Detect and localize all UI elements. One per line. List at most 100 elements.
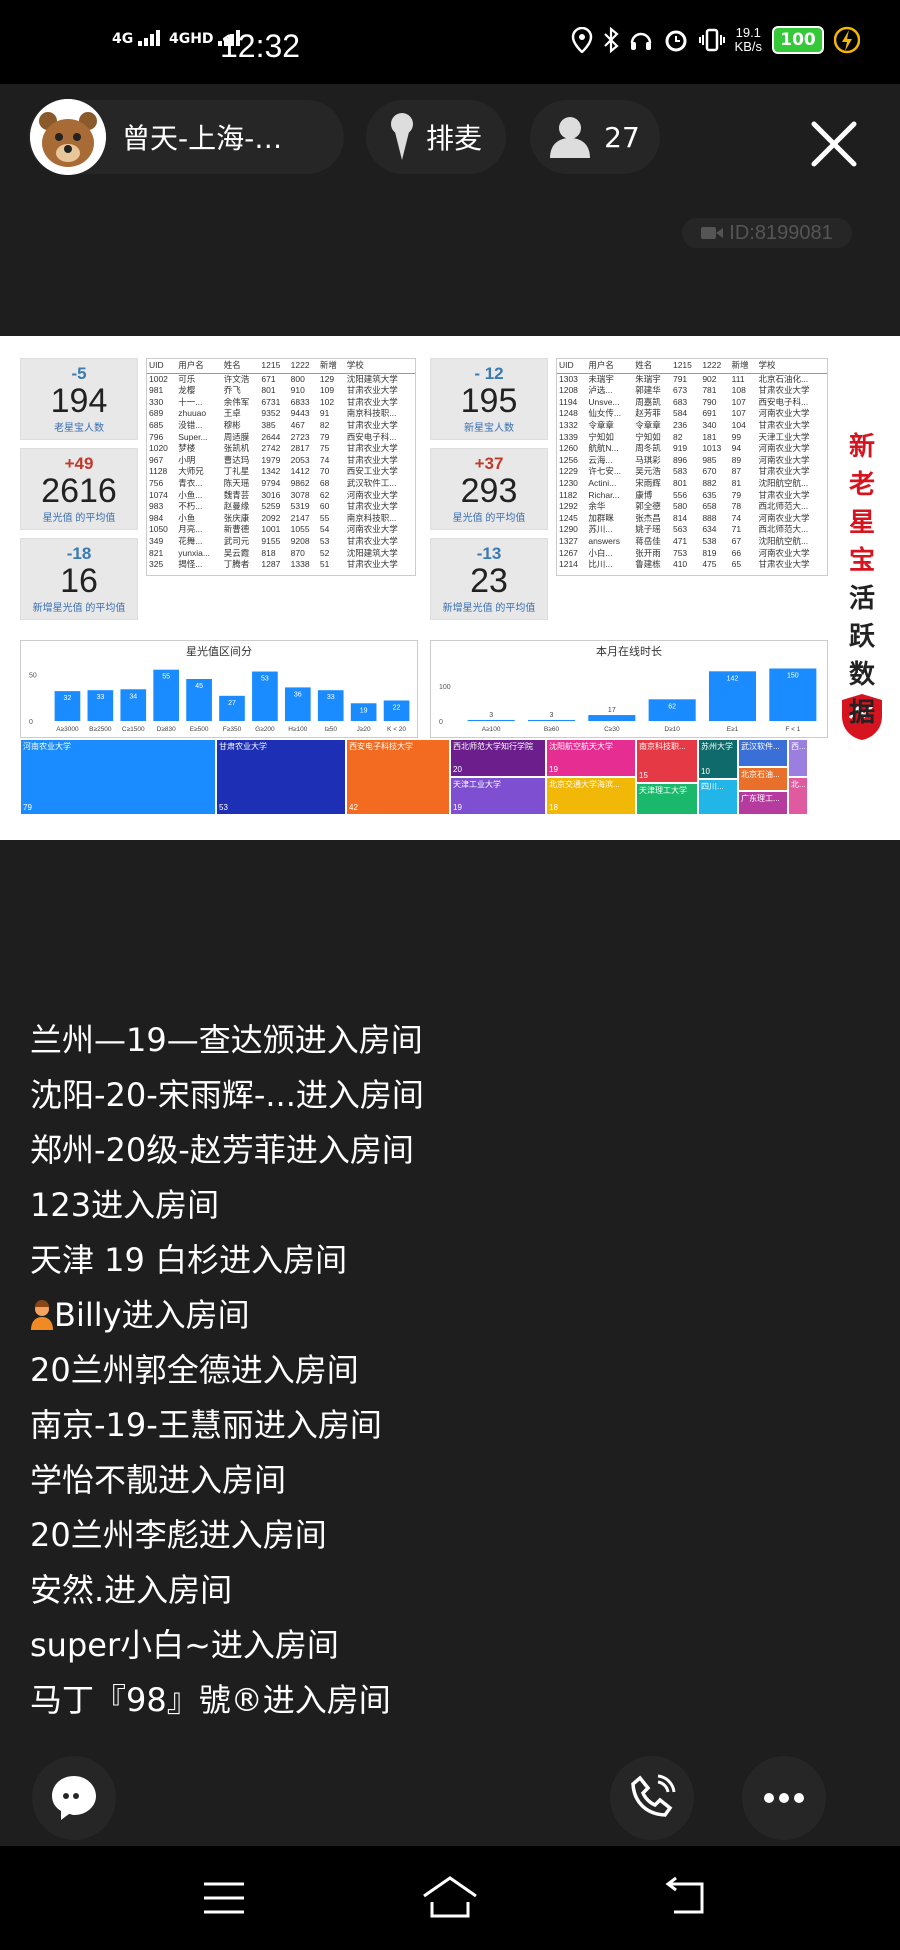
- chat-message: 20兰州李彪进入房间: [30, 1511, 870, 1566]
- table-header-cell: 新增: [317, 359, 345, 374]
- table-cell: 819: [702, 547, 717, 558]
- avatar[interactable]: [30, 99, 106, 175]
- table-cell: 1208: [559, 385, 578, 396]
- table-cell: 94: [731, 443, 742, 454]
- close-icon[interactable]: [808, 118, 860, 170]
- table-row: 967 小明 曹达玛 1979 2053 74 甘肃农业大学: [147, 455, 415, 467]
- table-cell: 仙女传...: [588, 408, 621, 419]
- table-cell: 9443: [290, 408, 310, 419]
- table-cell: 十一...: [178, 396, 203, 407]
- kpi-card: -18 16 新增星光值 的平均值: [20, 538, 138, 620]
- category-label: A≥100: [482, 726, 501, 733]
- table-cell: 张凯机: [223, 443, 250, 454]
- host-profile[interactable]: 曾天-上海-…: [28, 99, 344, 175]
- table-cell: 985: [702, 454, 717, 465]
- table-row: 981 龙樱 乔飞 801 910 109 甘肃农业大学: [147, 385, 415, 397]
- table-cell: 1194: [559, 396, 578, 407]
- table-cell: 龙樱: [178, 385, 196, 396]
- chat-message-text: 123进入房间: [30, 1186, 220, 1224]
- table-cell: 801: [672, 477, 688, 488]
- table-row: 1208 泸选... 郭建华 673 781 108 甘肃农业大学: [557, 385, 827, 397]
- table-cell: 673: [672, 385, 688, 396]
- table-cell: 天津工业大学: [758, 431, 810, 442]
- mic-queue-label: 排麦: [425, 122, 482, 155]
- chat-message: 南京-19-王慧丽进入房间: [30, 1401, 870, 1456]
- treemap-value: 19: [549, 765, 558, 774]
- table-row: 1332 令章章 令章章 236 340 104 甘肃农业大学: [557, 420, 827, 432]
- table-row: 1230 Actini... 宋雨辉 801 882 81 沈阳航空航...: [557, 478, 827, 490]
- table-left: UID 用户名 姓名 1215 1222 新增 学校 1002 可乐 许文浩 671 800 129 沈阳…: [146, 358, 416, 576]
- room-header: 曾天-上海-… 排麦 27: [0, 84, 900, 194]
- kpi-label: 新增星光值 的平均值: [442, 603, 536, 614]
- bar-data-label: 3: [550, 712, 554, 719]
- slogan-char: 新: [848, 432, 875, 462]
- treemap-label: 沈阳航空航天大学: [549, 742, 613, 751]
- table-cell: 丁礼星: [223, 466, 250, 477]
- call-button[interactable]: [610, 1756, 694, 1840]
- chat-message-text: 安然.进入房间: [30, 1571, 233, 1609]
- table-header-cell: 用户名: [586, 359, 634, 374]
- kpi-card: +37 293 星光值 的平均值: [430, 448, 548, 530]
- table-cell: 不朽...: [178, 501, 203, 512]
- category-label: G≥200: [255, 726, 275, 733]
- table-row: 1020 梦楼 张凯机 2742 2817 75 甘肃农业大学: [147, 443, 415, 455]
- home-icon[interactable]: [420, 1872, 480, 1922]
- table-cell: 甘肃农业大学: [346, 396, 398, 407]
- table-cell: 556: [672, 489, 688, 500]
- location-icon: [571, 27, 592, 53]
- chat-message: 兰州—19—查达颁进入房间: [30, 1016, 870, 1071]
- chat-message-text: 马丁『98』號®进入房间: [30, 1681, 391, 1719]
- back-icon[interactable]: [662, 1874, 710, 1920]
- table-row: 796 Super... 周适膜 2644 2723 79 西安电子科...: [147, 432, 415, 444]
- table-cell: 甘肃农业大学: [346, 385, 398, 396]
- table-cell: 689: [149, 408, 164, 419]
- chat-message-text: 20兰州李彪进入房间: [30, 1516, 327, 1554]
- treemap-cell: 西安电子科技大学 42: [346, 739, 450, 815]
- viewer-count-button[interactable]: 27: [530, 100, 660, 174]
- more-button[interactable]: [742, 1756, 826, 1840]
- clock: 12:32: [220, 28, 301, 64]
- table-row: 349 花舞... 武司元 9155 9208 53 甘肃农业大学: [147, 536, 415, 548]
- kpi-value: 194: [50, 382, 108, 420]
- chart-left-title: 星光值区间分: [186, 646, 252, 658]
- table-cell: 60: [319, 501, 330, 512]
- table-row: 1214 比川... 鲁建栋 410 475 65 甘肃农业大学: [557, 559, 827, 571]
- table-row: 1267 小白... 张开雨 753 819 66 河南农业大学: [557, 548, 827, 560]
- table-cell: 甘肃农业大学: [758, 489, 810, 500]
- table-cell: 郭全德: [635, 501, 661, 512]
- table-cell: 9794: [261, 477, 281, 488]
- table-cell: 658: [702, 501, 717, 512]
- kpi-value: 16: [60, 562, 98, 600]
- table-cell: 52: [319, 547, 330, 558]
- table-cell: 6731: [261, 396, 281, 407]
- person-icon: [550, 117, 591, 158]
- mic-queue-button[interactable]: 排麦: [366, 100, 506, 174]
- table-cell: 330: [149, 396, 164, 407]
- table-cell: 南京科技职...: [346, 512, 397, 523]
- chat-message: 20兰州郭全德进入房间: [30, 1346, 870, 1401]
- table-cell: 青衣...: [178, 477, 203, 488]
- table-cell: 910: [290, 385, 305, 396]
- table-cell: 甘肃农业大学: [346, 535, 398, 546]
- menu-icon[interactable]: [202, 1876, 246, 1920]
- chart-online-time: 本月在线时长 100 0 3 A≥100 3 B≥60 17 C≥30 62 D≥10 142 E≥1…: [430, 640, 828, 738]
- treemap-cell: 甘肃农业大学 53: [216, 739, 346, 815]
- table-cell: 沈阳建筑大学: [346, 547, 398, 558]
- slogan: 新老星宝活跃数据: [844, 428, 880, 732]
- charging-icon: [834, 26, 860, 54]
- table-cell: 马琪彩: [635, 454, 661, 465]
- table-cell: 张开雨: [635, 547, 661, 558]
- table-cell: 801: [261, 385, 276, 396]
- table-cell: 1332: [559, 419, 578, 430]
- category-label: E≥1: [727, 726, 739, 733]
- table-cell: 周适膜: [223, 431, 250, 442]
- table-cell: 2817: [290, 443, 310, 454]
- treemap-cell: 河南农业大学 79: [20, 739, 216, 815]
- table-cell: 甘肃农业大学: [346, 454, 398, 465]
- table-cell: 818: [261, 547, 276, 558]
- table-cell: 82: [319, 419, 330, 430]
- kpi-value: 293: [460, 472, 518, 510]
- table-cell: 沈阳建筑大学: [346, 373, 398, 384]
- comment-button[interactable]: [32, 1756, 116, 1840]
- category-label: J≥20: [357, 726, 371, 733]
